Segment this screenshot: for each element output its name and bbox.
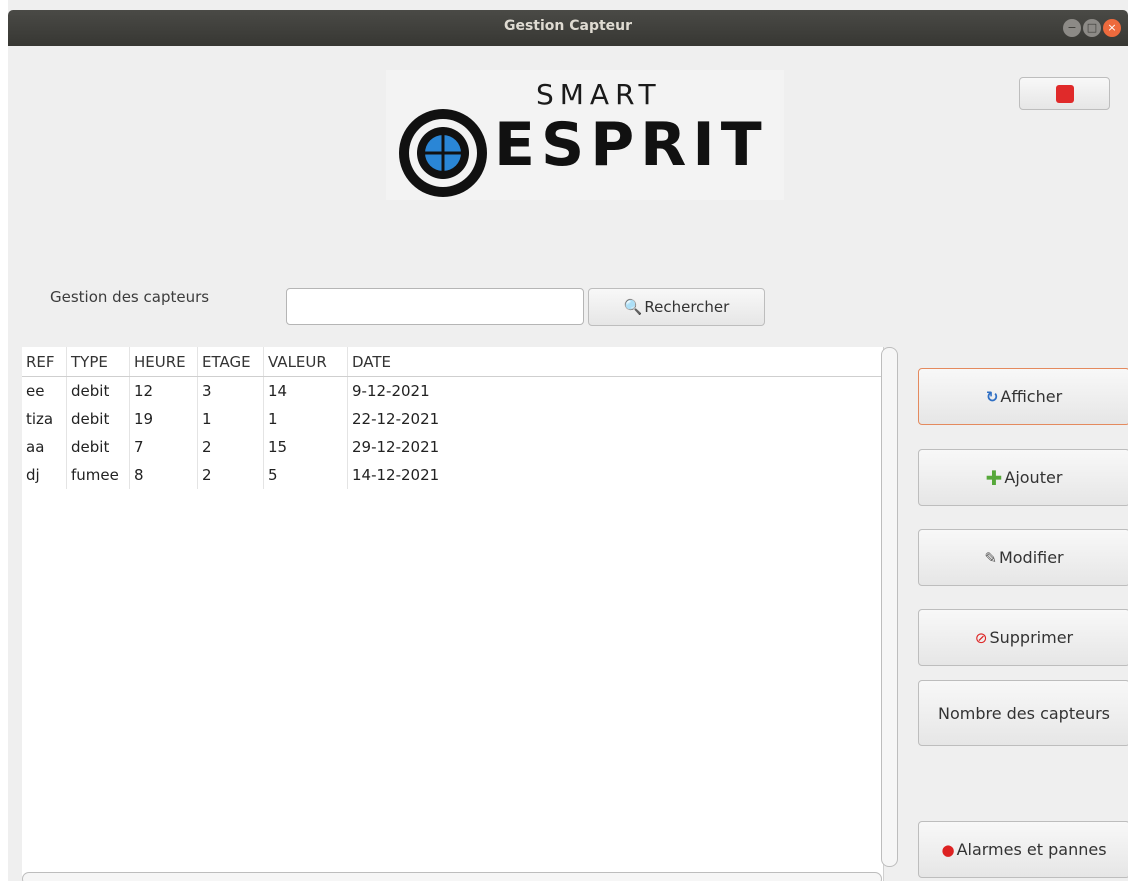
window-title: Gestion Capteur bbox=[503, 18, 633, 34]
supprimer-label: Supprimer bbox=[989, 628, 1074, 647]
alarmes-label: Alarmes et pannes bbox=[956, 840, 1107, 859]
cell-etage: 2 bbox=[198, 461, 264, 489]
smart-esprit-logo: SMART ESPRIT bbox=[386, 70, 784, 200]
logo-text-smart: SMART bbox=[536, 78, 662, 111]
close-icon: × bbox=[1107, 21, 1117, 34]
cell-ref: ee bbox=[22, 377, 67, 405]
magnifier-icon: 🔍 bbox=[623, 298, 643, 316]
target-logo-icon bbox=[399, 109, 487, 197]
nombre-label: Nombre des capteurs bbox=[937, 703, 1110, 723]
cell-type: debit bbox=[67, 405, 130, 433]
pencil-icon: ✎ bbox=[984, 548, 997, 567]
no-entry-icon: ⊘ bbox=[974, 628, 988, 647]
column-header-ref[interactable]: REF bbox=[22, 347, 67, 376]
cell-heure: 19 bbox=[130, 405, 198, 433]
cell-heure: 8 bbox=[130, 461, 198, 489]
cell-ref: aa bbox=[22, 433, 67, 461]
search-button[interactable]: 🔍 Rechercher bbox=[588, 288, 765, 326]
table-row[interactable]: tiza debit 19 1 1 22-12-2021 bbox=[22, 405, 883, 433]
cell-valeur: 14 bbox=[264, 377, 348, 405]
alarmes-button[interactable]: ● Alarmes et pannes bbox=[918, 821, 1128, 878]
cell-valeur: 5 bbox=[264, 461, 348, 489]
afficher-button[interactable]: ↻ Afficher bbox=[918, 368, 1128, 425]
search-input[interactable] bbox=[286, 288, 584, 325]
modifier-label: Modifier bbox=[998, 548, 1064, 567]
cell-date: 14-12-2021 bbox=[352, 466, 440, 484]
horizontal-scrollbar[interactable] bbox=[22, 872, 882, 881]
cell-date: 9-12-2021 bbox=[352, 382, 430, 400]
column-header-heure[interactable]: HEURE bbox=[130, 347, 198, 376]
app-window: Gestion Capteur − □ × SMART ESPRIT Gesti… bbox=[8, 0, 1128, 881]
title-bar: Gestion Capteur − □ × bbox=[8, 10, 1128, 46]
cell-heure: 7 bbox=[130, 433, 198, 461]
cell-etage: 1 bbox=[198, 405, 264, 433]
logo-text-esprit: ESPRIT bbox=[494, 110, 768, 180]
minimize-icon: − bbox=[1067, 21, 1077, 34]
section-label: Gestion des capteurs bbox=[50, 288, 210, 306]
close-button[interactable]: × bbox=[1103, 19, 1121, 37]
alert-icon: ● bbox=[941, 840, 955, 859]
table-row[interactable]: dj fumee 8 2 5 14-12-2021 bbox=[22, 461, 883, 489]
sensor-table[interactable]: REF TYPE HEURE ETAGE VALEUR DATE ee debi… bbox=[22, 347, 884, 881]
minimize-button[interactable]: − bbox=[1063, 19, 1081, 37]
search-button-label: Rechercher bbox=[644, 298, 730, 316]
vertical-scrollbar[interactable] bbox=[881, 347, 898, 867]
maximize-button[interactable]: □ bbox=[1083, 19, 1101, 37]
ajouter-label: Ajouter bbox=[1004, 468, 1063, 487]
refresh-icon: ↻ bbox=[985, 387, 999, 406]
plus-icon: ✚ bbox=[985, 465, 1003, 490]
column-header-etage[interactable]: ETAGE bbox=[198, 347, 264, 376]
cell-valeur: 1 bbox=[264, 405, 348, 433]
cell-etage: 3 bbox=[198, 377, 264, 405]
table-header: REF TYPE HEURE ETAGE VALEUR DATE bbox=[22, 347, 883, 377]
cell-type: fumee bbox=[67, 461, 130, 489]
cell-type: debit bbox=[67, 433, 130, 461]
cell-ref: dj bbox=[22, 461, 67, 489]
afficher-label: Afficher bbox=[1000, 387, 1063, 406]
column-header-valeur[interactable]: VALEUR bbox=[264, 347, 348, 376]
cell-date: 29-12-2021 bbox=[352, 438, 440, 456]
cell-type: debit bbox=[67, 377, 130, 405]
cell-heure: 12 bbox=[130, 377, 198, 405]
nombre-capteurs-button[interactable]: Nombre des capteurs bbox=[918, 680, 1128, 746]
ajouter-button[interactable]: ✚ Ajouter bbox=[918, 449, 1128, 506]
column-header-type[interactable]: TYPE bbox=[67, 347, 130, 376]
supprimer-button[interactable]: ⊘ Supprimer bbox=[918, 609, 1128, 666]
power-button[interactable] bbox=[1019, 77, 1110, 110]
cell-etage: 2 bbox=[198, 433, 264, 461]
table-row[interactable]: aa debit 7 2 15 29-12-2021 bbox=[22, 433, 883, 461]
cell-date: 22-12-2021 bbox=[352, 410, 440, 428]
maximize-icon: □ bbox=[1086, 21, 1098, 34]
table-row[interactable]: ee debit 12 3 14 9-12-2021 bbox=[22, 377, 883, 405]
cell-valeur: 15 bbox=[264, 433, 348, 461]
power-icon bbox=[1056, 85, 1074, 103]
modifier-button[interactable]: ✎ Modifier bbox=[918, 529, 1128, 586]
cell-ref: tiza bbox=[22, 405, 67, 433]
column-header-date[interactable]: DATE bbox=[348, 347, 468, 376]
